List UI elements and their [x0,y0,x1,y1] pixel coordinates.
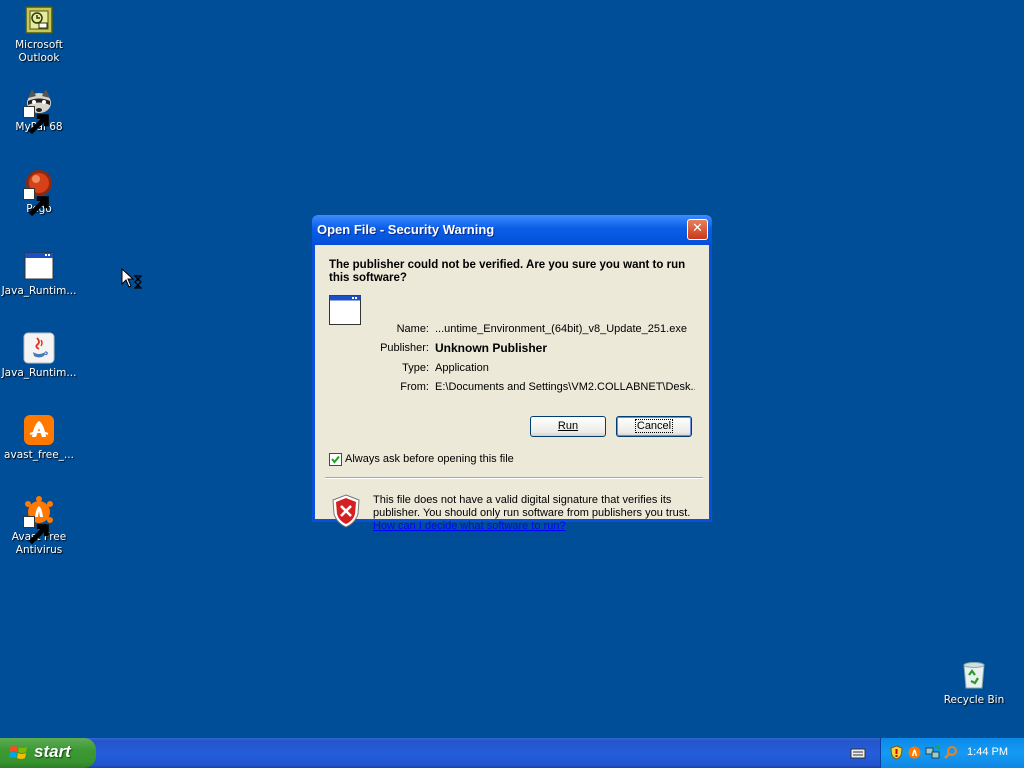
desktop-icon-avast-antivirus[interactable]: Avast Free Antivirus [0,496,78,557]
help-link[interactable]: How can I decide what software to run? [373,520,566,532]
dialog-question: The publisher could not be verified. Are… [329,259,686,284]
shortcut-arrow-icon [23,516,49,545]
avast-tray-icon[interactable] [907,745,922,760]
start-button[interactable]: start [0,738,96,768]
always-ask-label[interactable]: Always ask before opening this file [345,453,514,465]
application-window-icon [23,250,55,282]
recycle-bin-icon [958,659,990,691]
run-button[interactable]: Run [530,416,606,437]
search-icon[interactable] [943,745,958,760]
run-button-label: Run [557,420,579,432]
desktop-icon-label: Java_Runtim... [1,367,77,379]
network-icon[interactable] [925,745,940,760]
desktop-icon-avast-installer[interactable]: avast_free_... [0,414,78,462]
application-window-icon [329,294,361,326]
clock[interactable]: 1:44 PM [967,746,1008,758]
security-warning-dialog: Open File - Security Warning ✕ The publi… [312,215,712,532]
type-label: Type: [402,362,429,374]
taskbar: start 1:44 PM [0,738,1024,768]
name-value: ...untime_Environment_(64bit)_v8_Update_… [435,323,687,335]
from-value: E:\Documents and Settings\VM2.COLLABNET\… [435,381,695,393]
java-icon [23,332,55,364]
windows-logo-icon [9,746,27,759]
checkmark-icon [331,455,340,464]
pego-icon [23,168,55,217]
desktop-icon-outlook[interactable]: Microsoft Outlook [0,4,78,65]
system-tray: 1:44 PM [880,738,1024,768]
desktop[interactable]: Microsoft Outlook MyPal 68 Pego Java_Run… [0,0,1024,738]
shortcut-arrow-icon [23,188,49,217]
outlook-icon [23,4,55,36]
shortcut-arrow-icon [23,106,49,135]
desktop-icon-mypal[interactable]: MyPal 68 [0,86,78,135]
desktop-icon-label: Java_Runtim... [1,285,77,297]
mypal-raccoon-icon [23,86,55,135]
dialog-title: Open File - Security Warning [317,222,495,237]
warning-message: This file does not have a valid digital … [373,494,693,533]
always-ask-checkbox[interactable] [329,453,342,466]
desktop-icon-label: Microsoft Outlook [15,39,63,64]
desktop-icon-java-installer-2[interactable]: Java_Runtim... [0,332,78,380]
close-icon: ✕ [692,221,703,236]
name-label: Name: [396,323,429,335]
from-label: From: [400,381,429,393]
busy-cursor-icon [121,267,145,290]
security-shield-error-icon [331,494,361,528]
dialog-titlebar[interactable]: Open File - Security Warning ✕ [312,215,712,245]
security-shield-icon[interactable] [889,745,904,760]
separator [325,477,703,479]
publisher-label: Publisher: [380,342,429,354]
publisher-value: Unknown Publisher [435,341,548,355]
start-label: start [34,742,71,761]
warning-text: This file does not have a valid digital … [373,494,691,519]
avast-shortcut-icon [23,496,55,545]
desktop-icon-java-installer-1[interactable]: Java_Runtim... [0,250,78,298]
desktop-icon-label: avast_free_... [4,449,74,461]
avast-icon [23,414,55,446]
type-value: Application [435,362,489,374]
close-button[interactable]: ✕ [687,219,708,240]
desktop-icon-pego[interactable]: Pego [0,168,78,217]
desktop-icon-recycle-bin[interactable]: Recycle Bin [935,659,1013,707]
desktop-icon-label: Recycle Bin [943,694,1005,706]
cancel-button-label: Cancel [634,419,674,433]
dialog-body: The publisher could not be verified. Are… [315,245,709,532]
keyboard-icon[interactable] [850,746,866,760]
cancel-button[interactable]: Cancel [616,416,692,437]
